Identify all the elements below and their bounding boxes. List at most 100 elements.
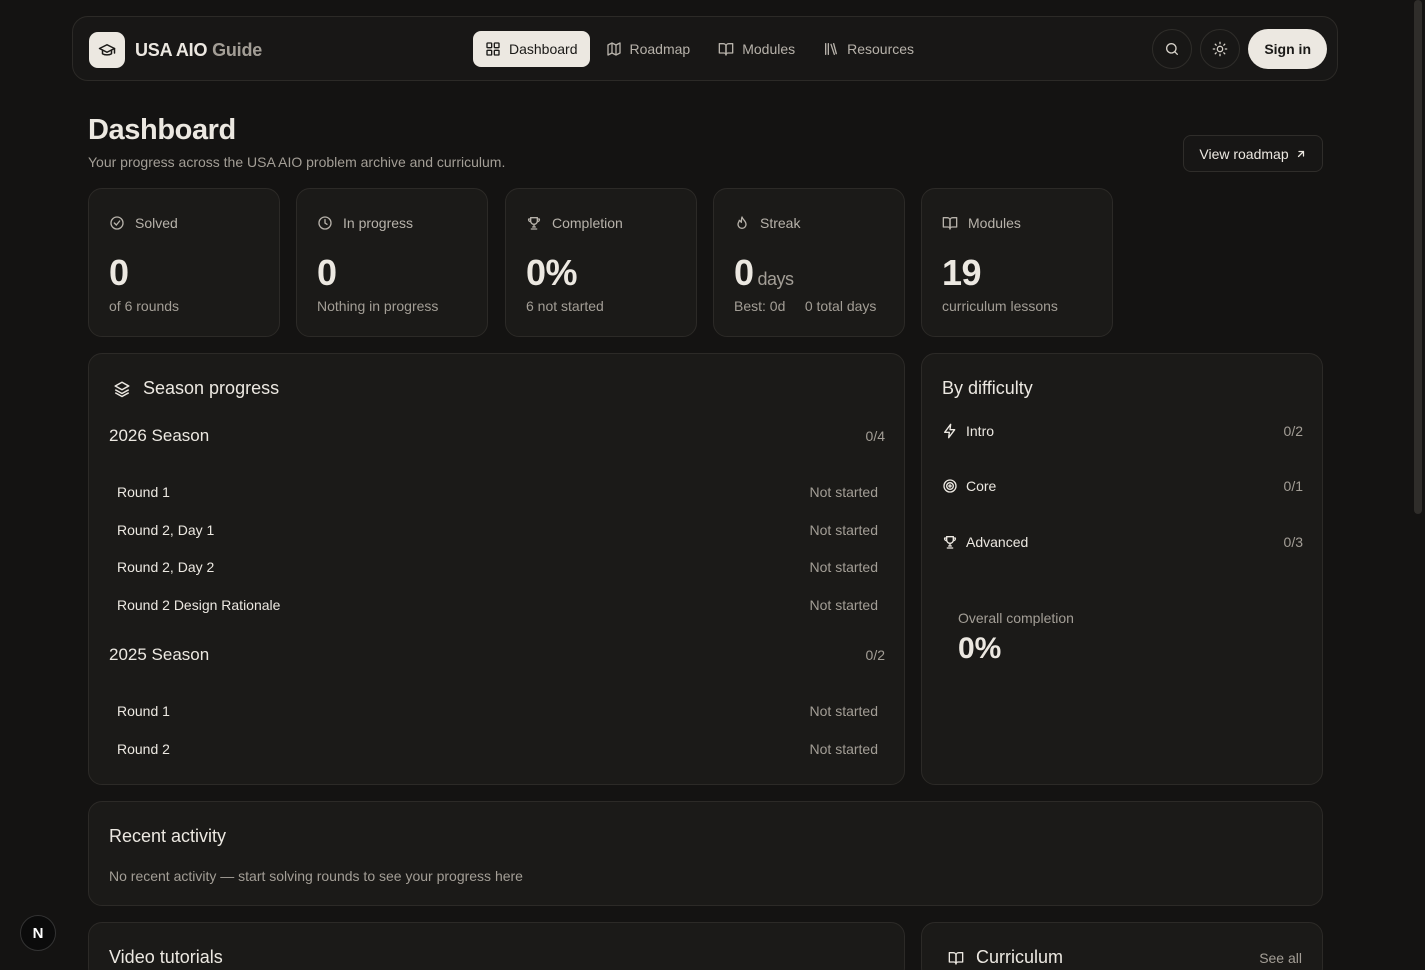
- curriculum-card: Curriculum See all: [921, 922, 1323, 970]
- round-name: Round 1: [117, 703, 170, 719]
- stat-card-in-progress: In progress 0 Nothing in progress: [296, 188, 488, 337]
- recent-activity-empty: No recent activity — start solving round…: [109, 868, 523, 884]
- page-scrollbar[interactable]: [1414, 0, 1422, 514]
- season-name: 2026 Season: [109, 426, 210, 445]
- nav-resources-label: Resources: [847, 41, 915, 57]
- stat-head-solved: Solved: [109, 215, 178, 231]
- flame-icon: [737, 216, 747, 229]
- nav-modules[interactable]: Modules: [706, 31, 807, 67]
- nav-dashboard-label: Dashboard: [509, 41, 578, 57]
- stat-value: 0 days: [734, 252, 794, 294]
- round-status: Not started: [809, 597, 878, 613]
- stat-card-solved: Solved 0 of 6 rounds: [88, 188, 280, 337]
- arrow-up-right-icon: [1297, 150, 1304, 157]
- round-row[interactable]: Round 1 Not started: [117, 703, 878, 719]
- stat-label: Streak: [760, 215, 801, 231]
- view-roadmap-button[interactable]: View roadmap: [1183, 135, 1323, 172]
- season-count: 0/4: [865, 428, 885, 444]
- dev-indicator-button[interactable]: N: [20, 915, 56, 951]
- sun-icon: [1212, 41, 1228, 57]
- stat-head-streak: Streak: [734, 215, 800, 231]
- target-icon: [943, 479, 957, 493]
- difficulty-row-core[interactable]: Core 0/1: [942, 478, 1303, 494]
- round-row[interactable]: Round 2, Day 2 Not started: [117, 559, 878, 575]
- video-tutorials-title: Video tutorials: [109, 947, 223, 967]
- brand-name: USA AIO Guide: [135, 40, 262, 61]
- map-icon: [606, 42, 621, 56]
- trophy-icon: [943, 536, 957, 549]
- difficulty-card: By difficulty Intro 0/2 Core 0/1 Advance…: [921, 353, 1323, 785]
- brand-link[interactable]: USA AIO Guide: [89, 32, 262, 68]
- stat-head-modules: Modules: [942, 215, 1021, 231]
- nav-dashboard[interactable]: Dashboard: [473, 31, 590, 67]
- season-progress-card: Season progress 2026 Season 0/4 Round 1 …: [88, 353, 905, 785]
- streak-value: 0: [734, 252, 754, 293]
- main-nav: Dashboard Roadmap Modules Resources: [473, 31, 926, 67]
- search-button[interactable]: [1152, 29, 1193, 69]
- nav-modules-label: Modules: [742, 41, 796, 57]
- trophy-icon: [527, 217, 541, 230]
- stat-value: 0: [317, 252, 337, 293]
- graduation-cap-icon: [89, 32, 125, 68]
- round-status: Not started: [809, 522, 878, 538]
- difficulty-title: By difficulty: [942, 378, 1033, 398]
- round-row[interactable]: Round 1 Not started: [117, 484, 878, 500]
- book-open-icon: [942, 217, 958, 230]
- difficulty-row-advanced[interactable]: Advanced 0/3: [942, 534, 1303, 550]
- stat-value: 0%: [526, 252, 578, 293]
- overall-completion-value: 0%: [958, 632, 1002, 665]
- round-name: Round 2, Day 1: [117, 522, 215, 538]
- difficulty-count: 0/3: [1283, 534, 1303, 550]
- stat-card-streak: Streak 0 days Best: 0d 0 total days: [713, 188, 905, 337]
- video-tutorials-card: Video tutorials: [88, 922, 905, 970]
- season-progress-header: Season progress: [113, 378, 279, 399]
- brand-name-light: Guide: [207, 39, 263, 60]
- round-row[interactable]: Round 2 Design Rationale Not started: [117, 597, 878, 613]
- season-count: 0/2: [865, 647, 885, 663]
- sign-in-button[interactable]: Sign in: [1248, 29, 1327, 69]
- book-open-icon: [718, 43, 734, 56]
- round-row[interactable]: Round 2, Day 1 Not started: [117, 522, 878, 538]
- layers-icon: [114, 381, 130, 397]
- stat-note: Best: 0d 0 total days: [734, 298, 877, 314]
- round-status: Not started: [809, 703, 878, 719]
- stat-value: 0: [109, 252, 129, 293]
- stat-value: 19: [942, 252, 982, 293]
- stat-note: curriculum lessons: [942, 298, 1058, 314]
- stat-note: 6 not started: [526, 298, 604, 314]
- overall-completion-label: Overall completion: [958, 610, 1074, 626]
- streak-unit: days: [757, 269, 795, 289]
- curriculum-see-all-link[interactable]: See all: [1259, 950, 1302, 966]
- round-status: Not started: [809, 741, 878, 757]
- page-title: Dashboard: [88, 114, 236, 146]
- check-circle-icon: [110, 216, 124, 230]
- season-progress-title: Season progress: [143, 378, 280, 398]
- round-status: Not started: [809, 484, 878, 500]
- stat-label: In progress: [343, 215, 414, 231]
- difficulty-row-intro[interactable]: Intro 0/2: [942, 423, 1303, 439]
- stat-label: Modules: [968, 215, 1021, 231]
- page-subtitle: Your progress across the USA AIO problem…: [88, 154, 506, 170]
- theme-toggle-button[interactable]: [1200, 29, 1241, 69]
- stat-head-completion: Completion: [526, 215, 623, 231]
- zap-icon: [944, 423, 956, 439]
- nav-roadmap-label: Roadmap: [629, 41, 691, 57]
- brand-name-bold: USA AIO: [135, 39, 208, 60]
- stat-label: Completion: [552, 215, 623, 231]
- season-name: 2025 Season: [109, 645, 210, 664]
- season-header-2025: 2025 Season 0/2: [109, 645, 885, 665]
- stat-note: Nothing in progress: [317, 298, 439, 314]
- nav-resources[interactable]: Resources: [811, 31, 926, 67]
- difficulty-label: Advanced: [966, 534, 1029, 550]
- stat-card-modules: Modules 19 curriculum lessons: [921, 188, 1113, 337]
- round-row[interactable]: Round 2 Not started: [117, 741, 878, 757]
- search-icon: [1166, 43, 1179, 55]
- stat-note: of 6 rounds: [109, 298, 180, 314]
- recent-activity-card: Recent activity No recent activity — sta…: [88, 801, 1323, 906]
- curriculum-title: Curriculum: [976, 947, 1064, 967]
- grid-icon: [486, 42, 500, 56]
- round-name: Round 2, Day 2: [117, 559, 215, 575]
- clock-icon: [318, 216, 332, 230]
- nav-roadmap[interactable]: Roadmap: [594, 31, 703, 67]
- difficulty-count: 0/2: [1283, 423, 1303, 439]
